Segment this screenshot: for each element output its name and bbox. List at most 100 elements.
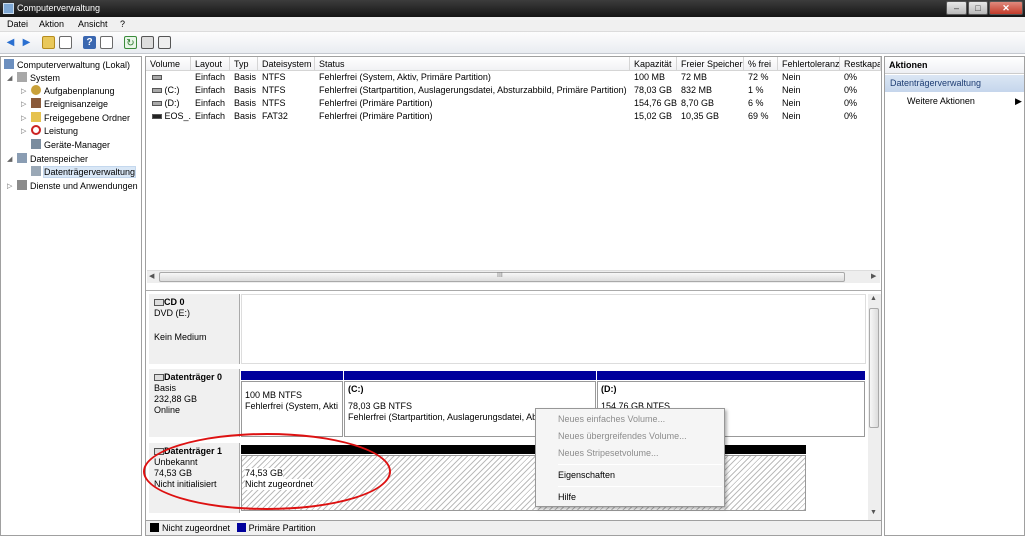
tree-freigegebene-ordner[interactable]: Freigegebene Ordner (31, 112, 130, 124)
col-fehlertoleranz[interactable]: Fehlertoleranz (778, 57, 840, 71)
col-kapazitaet[interactable]: Kapazität (630, 57, 677, 71)
minimize-button[interactable]: – (946, 1, 967, 15)
menu-new-simple-volume[interactable]: Neues einfaches Volume... (558, 413, 665, 425)
col-restkapazitaet[interactable]: Restkapa (840, 57, 881, 71)
actions-title: Aktionen (885, 57, 1024, 74)
disk-0-label[interactable]: Datenträger 0 Basis 232,88 GB Online (149, 369, 240, 437)
tree-system[interactable]: System (17, 72, 60, 84)
menu-datei[interactable]: Datei (7, 19, 28, 29)
scroll-right-icon[interactable]: ▶ (871, 272, 876, 280)
scroll-thumb[interactable]: III (159, 272, 845, 282)
menu-ansicht[interactable]: Ansicht (78, 19, 108, 29)
tree-root[interactable]: Computerverwaltung (Lokal) (4, 59, 130, 71)
performance-icon (31, 125, 41, 135)
expand-leistung-icon[interactable]: ▷ (21, 127, 26, 135)
col-volume[interactable]: Volume (146, 57, 191, 71)
menu-new-spanned-volume[interactable]: Neues übergreifendes Volume... (558, 430, 687, 442)
toolbar: ◀ ▶ ? ↻ (0, 32, 1025, 54)
cell-restkapazitaet: 0% (844, 111, 858, 121)
vscroll-thumb[interactable] (869, 308, 879, 428)
cell-typ: Basis (234, 85, 257, 95)
maximize-button[interactable]: □ (968, 1, 988, 15)
cell-typ: Basis (234, 111, 257, 121)
tree-aufgabenplanung[interactable]: Aufgabenplanung (31, 85, 115, 97)
tree-datenspeicher[interactable]: Datenspeicher (17, 153, 88, 165)
tree-geraete-manager[interactable]: Geräte-Manager (31, 139, 110, 151)
console-tree-icon[interactable] (59, 36, 72, 49)
primary-swatch (236, 523, 246, 532)
menu-new-striped-volume[interactable]: Neues Stripesetvolume... (558, 447, 659, 459)
services-icon (17, 180, 27, 190)
console-tree: Computerverwaltung (Lokal) ◢ System ▷ Au… (0, 56, 142, 536)
folder-up-icon[interactable] (42, 36, 55, 49)
cell-prozent-frei: 69 % (748, 111, 769, 121)
col-prozent-frei[interactable]: % frei (744, 57, 778, 71)
col-dateisystem[interactable]: Dateisystem (258, 57, 315, 71)
shared-folder-icon (31, 112, 41, 122)
partition-system[interactable]: 100 MB NTFS Fehlerfrei (System, Akti (241, 381, 343, 437)
cell-layout: Einfach (195, 98, 226, 108)
actions-section[interactable]: Datenträgerverwaltung (885, 75, 1024, 92)
cell-prozent-frei: 1 % (748, 85, 764, 95)
expand-aufgaben-icon[interactable]: ▷ (21, 87, 26, 95)
partition-bar-system (241, 371, 343, 380)
tree-ereignisanzeige[interactable]: Ereignisanzeige (31, 98, 108, 110)
partition-bar-c (344, 371, 596, 380)
menu-eigenschaften[interactable]: Eigenschaften (558, 469, 615, 481)
vertical-scrollbar[interactable]: ▲ ▼ (868, 294, 881, 521)
unallocated-swatch (150, 523, 159, 532)
forward-arrow-icon[interactable]: ▶ (20, 36, 33, 49)
tree-dienste-anwendungen[interactable]: Dienste und Anwendungen (17, 180, 138, 192)
back-arrow-icon[interactable]: ◀ (4, 36, 17, 49)
cell-fehlertoleranz: Nein (782, 98, 801, 108)
menu-hilfe[interactable]: Hilfe (558, 491, 576, 503)
expand-dienste-icon[interactable]: ▷ (7, 182, 12, 190)
col-typ[interactable]: Typ (230, 57, 258, 71)
cell-freier-speicher: 832 MB (681, 85, 713, 95)
disk-cd0-label[interactable]: CD 0 DVD (E:) Kein Medium (149, 294, 240, 364)
expand-ereignis-icon[interactable]: ▷ (21, 100, 26, 108)
help-icon[interactable]: ? (83, 36, 96, 49)
close-button[interactable]: ✕ (989, 1, 1023, 15)
scroll-left-icon[interactable]: ◀ (149, 272, 154, 280)
chevron-right-icon: ▶ (1015, 96, 1022, 106)
cell-layout: Einfach (195, 72, 226, 82)
cell-layout: Einfach (195, 111, 226, 121)
cell-dateisystem: NTFS (262, 85, 286, 95)
disk-management-icon (31, 166, 41, 176)
collapse-datenspeicher-icon[interactable]: ◢ (7, 155, 12, 163)
cell-fehlertoleranz: Nein (782, 111, 801, 121)
settings-icon[interactable] (158, 36, 171, 49)
cell-restkapazitaet: 0% (844, 72, 858, 82)
export-icon[interactable] (141, 36, 154, 49)
tree-leistung[interactable]: Leistung (31, 125, 78, 137)
event-viewer-icon (31, 98, 41, 108)
cell-fehlertoleranz: Nein (782, 72, 801, 82)
collapse-system-icon[interactable]: ◢ (7, 74, 12, 82)
center-pane: Volume Layout Typ Dateisystem Status Kap… (145, 56, 882, 536)
col-layout[interactable]: Layout (191, 57, 230, 71)
volume-drive-icon: EOS_... (148, 110, 191, 123)
cell-kapazitaet: 15,02 GB (634, 111, 673, 121)
weitere-aktionen[interactable]: Weitere Aktionen ▶ (907, 95, 1022, 107)
cell-status: Fehlerfrei (System, Aktiv, Primäre Parti… (319, 72, 491, 82)
context-menu: Neues einfaches Volume... Neues übergrei… (535, 408, 725, 507)
cell-dateisystem: FAT32 (262, 111, 288, 121)
menu-aktion[interactable]: Aktion (39, 19, 64, 29)
scroll-down-icon[interactable]: ▼ (870, 509, 877, 516)
hard-disk-icon (154, 374, 164, 381)
col-status[interactable]: Status (315, 57, 630, 71)
refresh-icon[interactable]: ↻ (124, 36, 137, 49)
col-freier-speicher[interactable]: Freier Speicher (677, 57, 744, 71)
horizontal-scrollbar[interactable]: ◀ III ▶ (147, 270, 880, 283)
scroll-up-icon[interactable]: ▲ (870, 295, 877, 302)
cell-kapazitaet: 78,03 GB (634, 85, 673, 95)
volume-drive-icon: (C:) (148, 84, 191, 97)
expand-freigabe-icon[interactable]: ▷ (21, 114, 26, 122)
disk-1-label[interactable]: Datenträger 1 Unbekannt 74,53 GB Nicht i… (149, 443, 240, 513)
tree-datentraegerverwaltung[interactable]: Datenträgerverwaltung (31, 166, 137, 178)
menu-bar: Datei Aktion Ansicht ? (0, 17, 1025, 32)
cell-kapazitaet: 154,76 GB (634, 98, 677, 108)
properties-icon[interactable] (100, 36, 113, 49)
menu-help[interactable]: ? (120, 19, 125, 29)
